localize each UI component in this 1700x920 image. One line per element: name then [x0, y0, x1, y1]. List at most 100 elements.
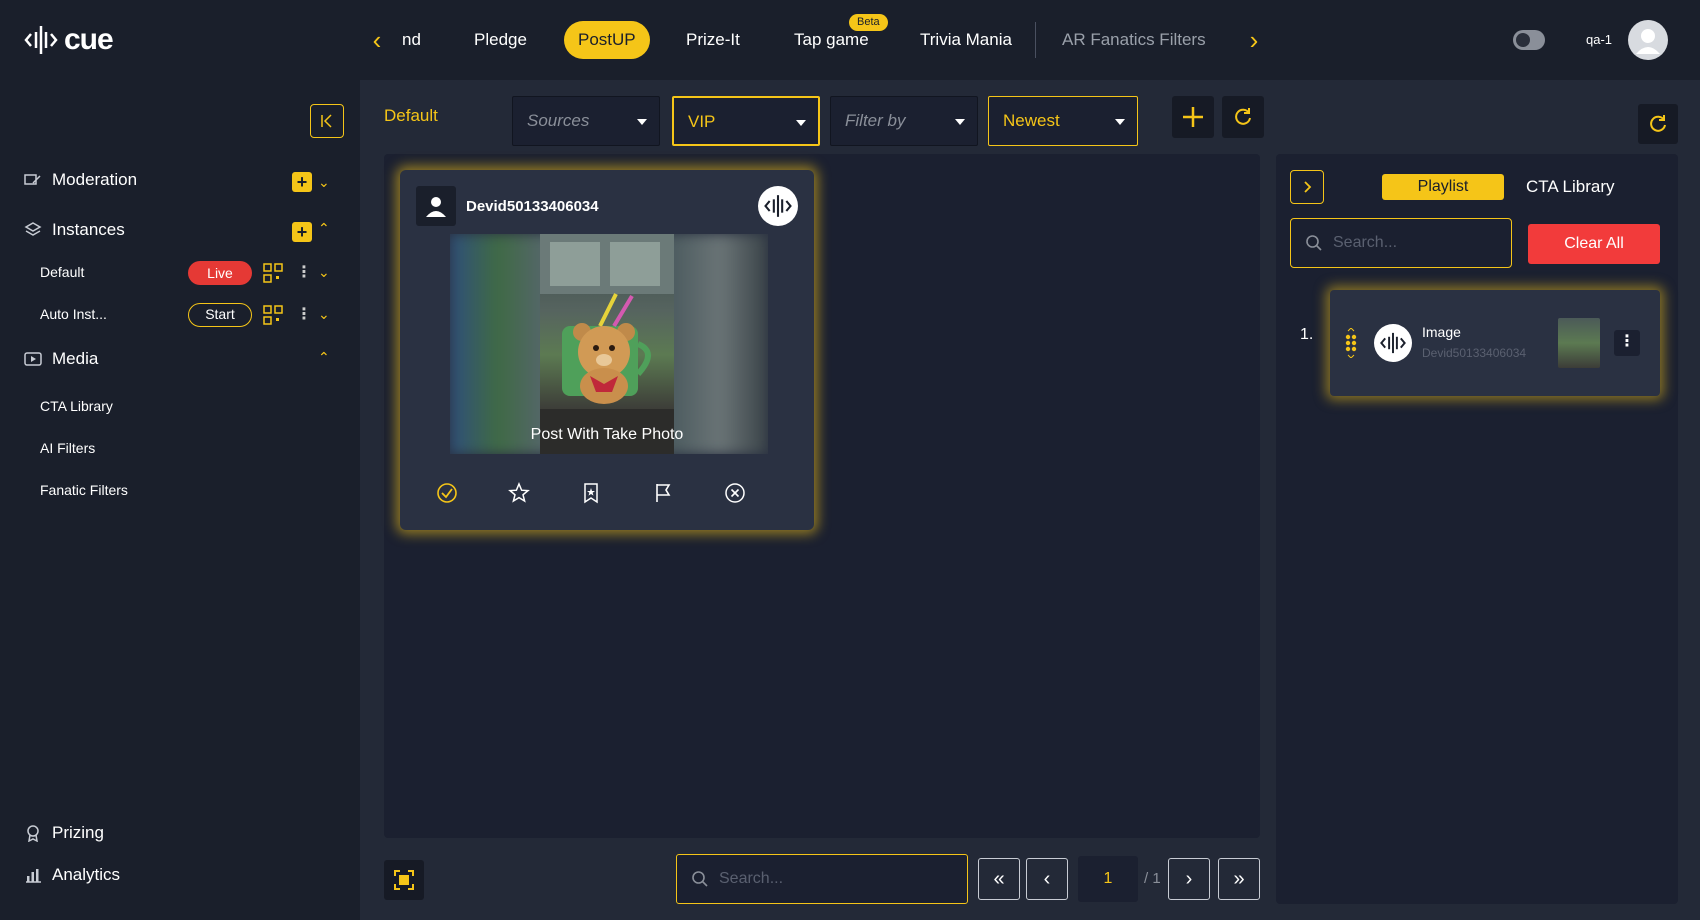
add-instance-button[interactable]: + [292, 222, 312, 242]
more-options-icon[interactable]: ⋮ [1614, 330, 1640, 356]
caret-down-icon [1115, 119, 1125, 125]
prev-page-button[interactable]: ‹ [1026, 858, 1068, 900]
tab-playlist[interactable]: Playlist [1382, 174, 1504, 200]
star-icon[interactable] [506, 480, 532, 506]
cue-source-icon [758, 186, 798, 226]
sort-dropdown[interactable]: Newest [988, 96, 1138, 146]
sidebar-label-instances: Instances [52, 220, 125, 239]
tab-pledge[interactable]: Pledge [460, 21, 541, 59]
last-page-button[interactable]: » [1218, 858, 1260, 900]
sidebar-item-moderation[interactable]: Moderation [24, 167, 137, 193]
vip-dropdown[interactable]: VIP [672, 96, 820, 146]
search-icon [1306, 235, 1322, 251]
tab-trivia-mania[interactable]: Trivia Mania [906, 21, 1026, 59]
instance-default[interactable]: Default [40, 264, 84, 280]
refresh-icon [1650, 115, 1666, 132]
post-feed: Devid50133406034 Post With Take Photo [384, 154, 1260, 838]
refresh-feed-button[interactable] [1222, 96, 1264, 138]
refresh-panel-button[interactable] [1638, 104, 1678, 144]
logo-text: cue [64, 23, 114, 56]
sidebar-item-ai-filters[interactable]: AI Filters [40, 440, 95, 456]
qr-code-icon[interactable] [262, 304, 284, 326]
drag-handle-icon[interactable] [1344, 328, 1358, 358]
filter-by-placeholder: Filter by [845, 111, 906, 130]
sidebar-item-prizing[interactable]: Prizing [24, 820, 104, 846]
main-content: Default Sources VIP Filter by Newest Dev… [360, 80, 1700, 920]
feed-search-placeholder: Search... [719, 870, 784, 887]
chevron-down-icon[interactable]: ⌄ [318, 306, 330, 323]
caret-down-icon [637, 119, 647, 125]
user-icon [416, 186, 456, 226]
sidebar-label-analytics: Analytics [52, 865, 121, 884]
expand-panel-button[interactable] [1290, 170, 1324, 204]
select-frame-icon [394, 870, 414, 890]
sidebar-item-fanatic-filters[interactable]: Fanatic Filters [40, 482, 128, 498]
tab-cta-library[interactable]: CTA Library [1526, 174, 1615, 200]
sidebar-label-media: Media [52, 349, 99, 368]
approve-icon[interactable] [434, 480, 460, 506]
nav-divider [1035, 22, 1036, 58]
chevron-down-icon[interactable]: ⌄ [318, 174, 330, 191]
bookmark-star-icon[interactable] [578, 480, 604, 506]
vip-value: VIP [688, 112, 716, 131]
instance-auto[interactable]: Auto Inst... [40, 306, 107, 322]
sidebar: Moderation + ⌄ Instances + ⌃ Default Liv… [0, 80, 360, 920]
reject-icon[interactable] [722, 480, 748, 506]
add-post-button[interactable] [1172, 96, 1214, 138]
clear-all-button[interactable]: Clear All [1528, 224, 1660, 264]
instance-more-icon[interactable]: ⋮ [296, 262, 312, 282]
avatar[interactable] [1628, 20, 1668, 60]
playlist-item[interactable]: Image Devid50133406034 ⋮ [1330, 290, 1660, 396]
page-total: / 1 [1144, 870, 1161, 887]
add-moderation-button[interactable]: + [292, 172, 312, 192]
post-image[interactable] [450, 234, 768, 454]
theme-toggle[interactable] [1513, 30, 1545, 50]
instance-more-icon[interactable]: ⋮ [296, 304, 312, 324]
media-icon [24, 352, 42, 366]
tab-nd[interactable]: nd [388, 21, 435, 59]
bar-chart-icon [26, 869, 41, 883]
qr-code-icon[interactable] [262, 262, 284, 284]
filter-by-dropdown[interactable]: Filter by [830, 96, 978, 146]
post-card[interactable]: Devid50133406034 Post With Take Photo [400, 170, 814, 530]
sources-dropdown[interactable]: Sources [512, 96, 660, 146]
chevron-down-icon[interactable]: ⌄ [318, 264, 330, 281]
chevron-up-icon[interactable]: ⌃ [318, 220, 330, 237]
sidebar-item-media[interactable]: Media [24, 346, 98, 372]
sidebar-item-analytics[interactable]: Analytics [24, 862, 120, 888]
flag-icon[interactable] [650, 480, 676, 506]
tab-prize-it[interactable]: Prize-It [672, 21, 754, 59]
post-author: Devid50133406034 [416, 186, 599, 226]
sort-value: Newest [1003, 111, 1060, 130]
next-page-button[interactable]: › [1168, 858, 1210, 900]
sidebar-label-moderation: Moderation [52, 170, 138, 189]
caret-down-icon [955, 119, 965, 125]
sidebar-item-instances[interactable]: Instances [24, 217, 125, 243]
sidebar-item-cta-library[interactable]: CTA Library [40, 398, 113, 414]
nav-scroll-left-icon[interactable]: ‹ [366, 25, 388, 55]
layers-icon [24, 222, 42, 236]
first-page-button[interactable]: « [978, 858, 1020, 900]
collapse-sidebar-button[interactable] [310, 104, 344, 138]
page-number-input[interactable]: 1 [1078, 856, 1138, 902]
tab-postup[interactable]: PostUP [564, 21, 650, 59]
moderation-icon [24, 174, 41, 185]
nav-scroll-right-icon[interactable]: › [1243, 25, 1265, 55]
refresh-icon [1235, 108, 1251, 125]
status-badge-start[interactable]: Start [188, 303, 252, 327]
feed-search-input[interactable]: Search... [676, 854, 968, 904]
chevron-up-icon[interactable]: ⌃ [318, 349, 330, 366]
cue-source-icon [1374, 324, 1412, 362]
tab-ar-fanatics-filters[interactable]: AR Fanatics Filters [1048, 21, 1220, 59]
cue-logo[interactable]: cue [24, 20, 114, 60]
status-badge-live[interactable]: Live [188, 261, 252, 285]
breadcrumb: Default [384, 106, 438, 125]
playlist-search-input[interactable]: Search... [1290, 218, 1512, 268]
playlist-item-title: Image [1422, 324, 1461, 340]
cue-waveform-icon [24, 26, 58, 54]
post-actions [400, 480, 814, 510]
playlist-item-thumbnail [1558, 318, 1600, 368]
playlist-index: 1. [1300, 326, 1314, 343]
beta-badge: Beta [849, 14, 888, 31]
select-all-button[interactable] [384, 860, 424, 900]
